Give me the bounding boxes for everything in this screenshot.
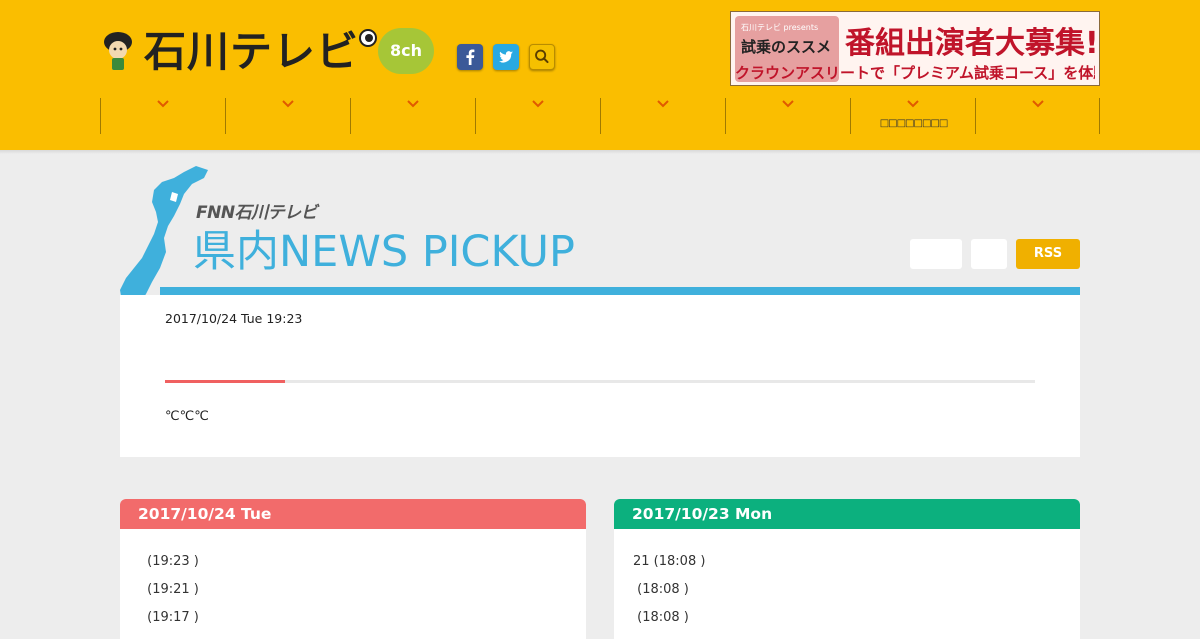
nav-item-label: □□□□□□□□ (879, 118, 949, 129)
heading-divider (160, 287, 1080, 295)
channel-badge: 8ch (378, 28, 434, 74)
search-button[interactable] (529, 44, 555, 70)
rss-button[interactable]: RSS (1016, 239, 1080, 269)
news-list-item[interactable]: (19:17 ) (143, 610, 199, 625)
twitter-icon (499, 51, 513, 63)
chevron-down-icon (532, 100, 544, 108)
nav-item-2[interactable] (225, 98, 350, 134)
chevron-down-icon (157, 100, 169, 108)
banner-program-title: 試乗のススメ (741, 38, 832, 56)
news-heading: 県内NEWS PICKUP (193, 227, 575, 277)
nav-item-3[interactable] (350, 98, 475, 134)
news-list-item[interactable]: (19:21 ) (143, 582, 199, 597)
news-button-2[interactable] (971, 239, 1007, 269)
chevron-down-icon (282, 100, 294, 108)
fnn-brand: FNN石川テレビ (196, 203, 318, 223)
news-progress-fill (165, 380, 286, 383)
facebook-button[interactable] (457, 44, 483, 70)
main-nav: □□□□□□□□ (100, 98, 1101, 134)
header-shadow (0, 150, 1200, 154)
mascot-icon (104, 32, 132, 70)
news-list-item[interactable]: (19:23 ) (143, 554, 199, 569)
banner-subline: クラウンアスリートで「プレミアム試乗コース」を体験! (735, 64, 1095, 82)
site-logo[interactable]: 石川テレビ 8ch (100, 26, 440, 78)
program-banner[interactable]: 石川テレビ presents 試乗のススメ 番組出演者大募集! クラウンアスリー… (730, 11, 1100, 86)
nav-item-5[interactable] (600, 98, 725, 134)
search-icon (535, 49, 549, 64)
site-header: 石川テレビ 8ch 石川テレビ presents 試乗のススメ 番組出演者大募集… (0, 0, 1200, 150)
banner-headline: 番組出演者大募集! (845, 26, 1099, 61)
brand-name: 石川テレビ (144, 27, 360, 76)
news-pickup-panel: 2017/10/24 Tue 19:23 ℃℃℃ (120, 295, 1080, 457)
news-button-1[interactable] (910, 239, 962, 269)
banner-small-text: 石川テレビ presents (741, 23, 819, 32)
chevron-down-icon (407, 100, 419, 108)
nav-item-6[interactable] (725, 98, 850, 134)
chevron-down-icon (782, 100, 794, 108)
chevron-down-icon (657, 100, 669, 108)
day-card-date: 2017/10/24 Tue (120, 499, 586, 529)
nav-item-1[interactable] (100, 98, 225, 134)
nav-item-8[interactable] (975, 98, 1100, 134)
nav-item-4[interactable] (475, 98, 600, 134)
weather-temperatures: ℃℃℃ (165, 409, 209, 424)
day-card-2: 2017/10/23 Mon 21 (18:08 ) (18:08 ) (18:… (614, 499, 1080, 639)
chevron-down-icon (907, 100, 919, 108)
twitter-button[interactable] (493, 44, 519, 70)
day-card-date: 2017/10/23 Mon (614, 499, 1080, 529)
news-list-item[interactable]: (18:08 ) (633, 610, 689, 625)
news-list-item[interactable]: (18:08 ) (633, 582, 689, 597)
news-list-item[interactable]: 21 (18:08 ) (633, 554, 705, 569)
news-timestamp: 2017/10/24 Tue 19:23 (165, 311, 303, 326)
news-progress-track (165, 380, 1035, 383)
nav-item-7[interactable]: □□□□□□□□ (850, 98, 975, 134)
day-card-1: 2017/10/24 Tue (19:23 ) (19:21 ) (19:17 … (120, 499, 586, 639)
chevron-down-icon (1032, 100, 1044, 108)
facebook-icon (466, 49, 475, 65)
